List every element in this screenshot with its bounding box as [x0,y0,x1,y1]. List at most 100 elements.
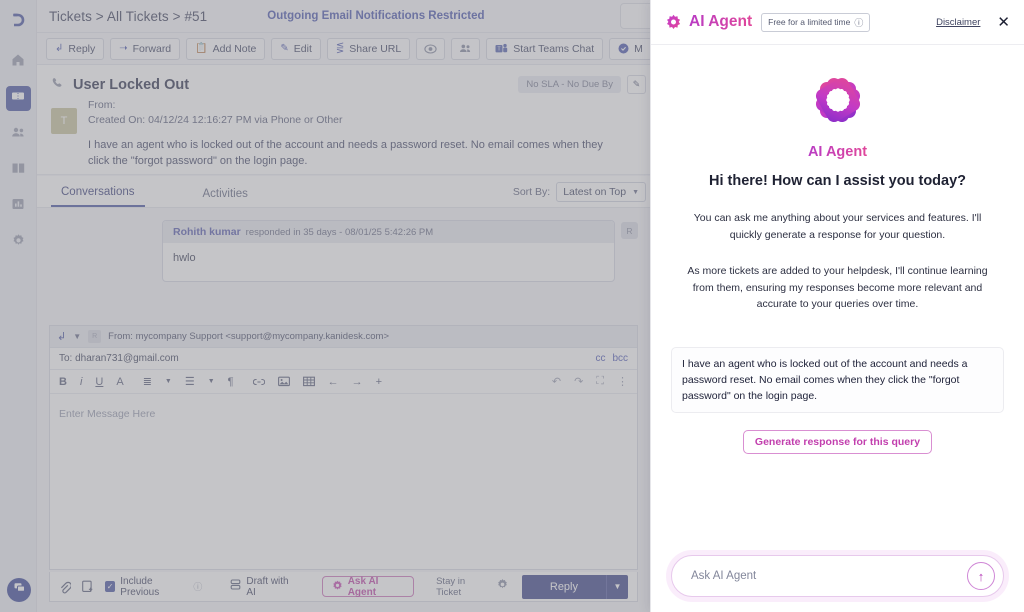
include-previous-checkbox[interactable]: ✓ [105,581,115,592]
home-icon [11,53,25,72]
ai-agent-context-block: I have an agent who is locked out of the… [671,347,1004,454]
info-icon[interactable]: ⓘ [193,580,202,593]
underline-icon[interactable]: U [95,376,103,388]
ai-sparkle-icon [332,580,343,594]
share-url-button-label: Share URL [349,43,401,55]
app-logo[interactable] [9,8,27,32]
undo-icon[interactable]: ↶ [552,375,561,388]
close-icon[interactable]: ✕ [997,15,1010,30]
edit-sla-button[interactable]: ✎ [627,75,646,94]
indent-icon[interactable]: → [352,376,363,388]
forward-button[interactable]: ➝ Forward [110,38,180,60]
ticket-icon [11,89,25,108]
draft-with-ai-label: Draft with AI [246,576,295,598]
generate-response-button[interactable]: Generate response for this query [743,430,932,454]
sort-by-label: Sort By: [513,186,550,198]
tab-activities[interactable]: Activities [193,188,258,207]
sidebar-item-contacts[interactable] [6,122,31,147]
ai-sparkle-icon [665,14,682,31]
more-options-icon[interactable]: ⋮ [617,375,628,388]
add-note-button-label: Add Note [213,43,257,55]
cc-link[interactable]: cc [595,353,605,364]
message-editor-placeholder: Enter Message Here [59,408,155,420]
breadcrumb[interactable]: Tickets > All Tickets > #51 [49,9,207,24]
sidebar-item-tickets[interactable] [6,86,31,111]
conversation-meta: responded in 35 days - 08/01/25 5:42:26 … [246,227,434,238]
sort-by-select[interactable]: Latest on Top ▼ [556,182,646,202]
conversation-body: hwlo [163,243,614,281]
font-color-icon[interactable]: A [116,376,123,388]
conversation-item[interactable]: Rohith kumar responded in 35 days - 08/0… [162,220,615,282]
share-url-button[interactable]: ⋚ Share URL [327,38,410,60]
composer-from-row: ↲ ▼ R From: mycompany Support <support@m… [50,326,637,348]
ask-ai-agent-button[interactable]: Ask AI Agent [322,576,414,597]
chevron-down-icon: ▼ [614,582,622,591]
ordered-list-icon[interactable]: ≣ [143,375,152,388]
notification-restricted-banner: Outgoing Email Notifications Restricted [267,10,484,22]
bullet-list-caret-icon[interactable]: ▼ [208,378,215,385]
link-icon[interactable] [253,377,265,387]
requester-avatar: T [51,108,77,134]
settings-gear-icon [11,233,26,253]
fullscreen-icon[interactable]: ⛶ [596,375,604,388]
free-trial-badge[interactable]: Free for a limited time ⓘ [761,13,870,32]
edit-button[interactable]: ✎ Edit [271,38,320,60]
outdent-icon[interactable]: ← [328,376,339,388]
watch-button[interactable] [416,38,445,60]
people-icon [459,43,472,54]
ask-ai-agent-input[interactable]: Ask AI Agent ↑ [671,555,1004,597]
chevron-down-icon: ▼ [632,189,639,196]
ai-agent-paragraph-1: You can ask me anything about your servi… [671,210,1004,243]
send-reply-button[interactable]: Reply [522,575,606,599]
sidebar-item-reports[interactable] [6,194,31,219]
bcc-link[interactable]: bcc [612,353,628,364]
ordered-list-caret-icon[interactable]: ▼ [165,378,172,385]
ticket-action-toolbar: ↲ Reply ➝ Forward 📋 Add Note ✎ Edit ⋚ Sh… [37,33,660,65]
send-reply-dropdown[interactable]: ▼ [606,575,628,599]
knowledge-base-icon [11,161,26,180]
start-teams-chat-label: Start Teams Chat [513,43,594,55]
composer-to-field[interactable]: To: dharan731@gmail.com [59,353,179,364]
settings-gear-icon[interactable] [496,578,509,596]
ask-ai-agent-input-placeholder: Ask AI Agent [691,570,756,582]
send-arrow-up-icon[interactable]: ↑ [967,562,995,590]
eye-icon [424,44,437,54]
message-editor[interactable]: Enter Message Here [50,394,637,569]
bold-icon[interactable]: B [59,376,67,388]
reply-button[interactable]: ↲ Reply [46,38,104,60]
add-note-button[interactable]: 📋 Add Note [186,38,265,60]
merge-button[interactable]: M [609,38,652,60]
reports-icon [11,197,25,216]
disclaimer-link[interactable]: Disclaimer [936,17,980,28]
sidebar-item-home[interactable] [6,50,31,75]
bullet-list-icon[interactable]: ☰ [185,375,195,388]
reply-button-label: Reply [68,43,95,55]
table-icon[interactable] [303,376,315,387]
draft-with-ai-button[interactable]: Draft with AI [230,576,295,598]
collaborators-button[interactable] [451,38,480,60]
insert-icon[interactable]: + [376,376,382,388]
paragraph-icon[interactable]: ¶ [228,376,234,388]
chevron-down-icon[interactable]: ▼ [73,332,81,341]
tab-conversations[interactable]: Conversations [51,186,145,207]
chat-fab[interactable] [7,578,31,602]
sidebar-item-knowledge-base[interactable] [6,158,31,183]
start-teams-chat-button[interactable]: T Start Teams Chat [486,38,603,60]
pencil-icon: ✎ [633,79,641,90]
sidebar-item-settings[interactable] [6,230,31,255]
add-file-icon[interactable] [82,580,94,593]
draft-icon [230,579,241,594]
paperclip-icon[interactable] [59,580,71,594]
ask-ai-agent-label: Ask AI Agent [348,576,404,598]
redo-icon[interactable]: ↷ [574,375,583,388]
ai-agent-paragraph-2: As more tickets are added to your helpde… [671,263,1004,313]
ai-agent-title: AI Agent [689,13,752,31]
reply-arrow-icon: ↲ [55,43,63,54]
image-icon[interactable] [278,376,290,387]
conversation-list: Rohith kumar responded in 35 days - 08/0… [37,208,660,324]
ai-agent-greeting: Hi there! How can I assist you today? [671,173,1004,189]
reply-arrow-icon[interactable]: ↲ [57,330,66,343]
italic-icon[interactable]: i [80,376,82,388]
share-icon: ⋚ [336,43,344,54]
top-bar: Tickets > All Tickets > #51 Outgoing Ema… [37,0,660,33]
